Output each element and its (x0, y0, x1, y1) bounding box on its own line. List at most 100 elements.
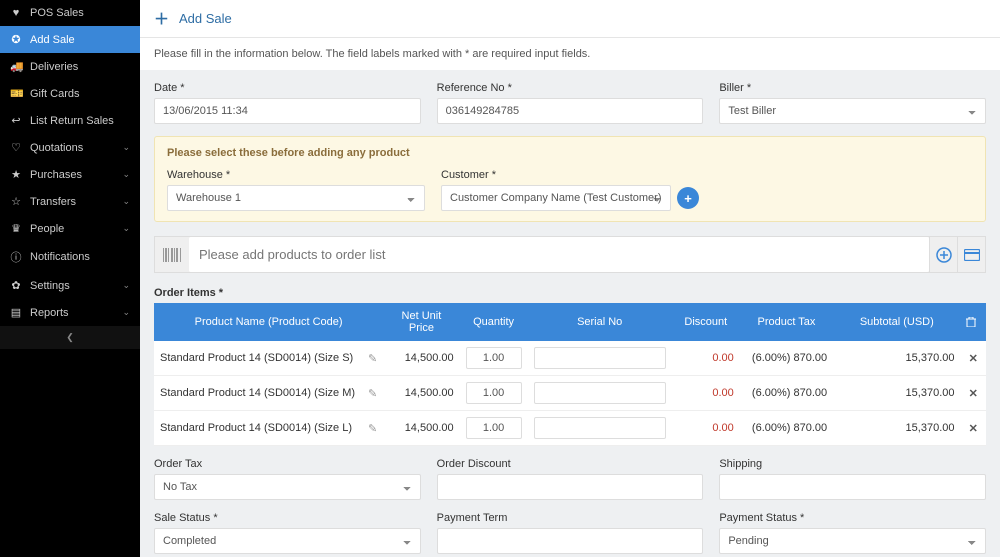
sidebar: ♥POS Sales✪Add Sale🚚Deliveries🎫Gift Card… (0, 0, 140, 557)
qty-input[interactable] (466, 417, 522, 439)
menu-icon: ♛ (10, 222, 22, 235)
chevron-down-icon: ⌄ (122, 169, 130, 180)
cell-discount: 0.00 (672, 341, 740, 376)
menu-icon: ↩ (10, 114, 22, 127)
sidebar-item-reports[interactable]: ▤Reports⌄ (0, 299, 140, 326)
date-label: Date * (154, 82, 421, 94)
cell-subtotal: 15,370.00 (833, 411, 960, 446)
sidebar-item-label: Add Sale (30, 34, 75, 46)
sidebar-collapse-toggle[interactable]: ❮ (0, 326, 140, 349)
main-content: ＋ Add Sale Please fill in the informatio… (140, 0, 1000, 557)
cell-delete: ✕ (960, 376, 986, 411)
sidebar-item-notifications[interactable]: ⓘ Notifications (0, 242, 140, 272)
th-del[interactable] (960, 303, 986, 341)
customer-select[interactable]: Customer Company Name (Test Customer) (441, 185, 671, 211)
payterm-input[interactable] (437, 528, 704, 554)
table-row: Standard Product 14 (SD0014) (Size M)✎14… (154, 376, 986, 411)
cell-discount: 0.00 (672, 376, 740, 411)
card-button[interactable] (957, 237, 985, 272)
sidebar-item-transfers[interactable]: ☆Transfers⌄ (0, 188, 140, 215)
th-qty: Quantity (460, 303, 528, 341)
qty-input[interactable] (466, 347, 522, 369)
serial-input[interactable] (534, 417, 666, 439)
serial-input[interactable] (534, 347, 666, 369)
cell-price: 14,500.00 (383, 411, 459, 446)
reference-input[interactable] (437, 98, 704, 124)
menu-icon: ✿ (10, 279, 22, 292)
chevron-down-icon: ⌄ (122, 280, 130, 291)
paystatus-label: Payment Status * (719, 512, 986, 524)
sidebar-item-people[interactable]: ♛ People ⌄ (0, 215, 140, 242)
shipping-input[interactable] (719, 474, 986, 500)
cell-name: Standard Product 14 (SD0014) (Size M)✎ (154, 376, 383, 411)
menu-icon: ▤ (10, 306, 22, 319)
cell-name: Standard Product 14 (SD0014) (Size S)✎ (154, 341, 383, 376)
order-items-title: Order Items * (154, 287, 986, 299)
th-sub: Subtotal (USD) (833, 303, 960, 341)
plus-icon: ＋ (154, 8, 169, 29)
chevron-down-icon: ⌄ (122, 223, 130, 234)
serial-input[interactable] (534, 382, 666, 404)
sidebar-item-label: Notifications (30, 251, 90, 263)
cell-delete: ✕ (960, 341, 986, 376)
cell-name: Standard Product 14 (SD0014) (Size L)✎ (154, 411, 383, 446)
cell-serial (528, 376, 672, 411)
sidebar-item-add-sale[interactable]: ✪Add Sale (0, 26, 140, 53)
delete-icon[interactable]: ✕ (969, 353, 978, 365)
customer-label: Customer * (441, 169, 699, 181)
menu-icon: ★ (10, 168, 22, 181)
panel-header: ＋ Add Sale (140, 0, 1000, 38)
th-tax: Product Tax (740, 303, 833, 341)
add-customer-button[interactable]: + (677, 187, 699, 209)
sidebar-item-label: Settings (30, 280, 70, 292)
edit-icon[interactable]: ✎ (368, 352, 377, 365)
th-disc: Discount (672, 303, 740, 341)
sidebar-item-label: People (30, 223, 64, 235)
edit-icon[interactable]: ✎ (368, 387, 377, 400)
menu-icon: ☆ (10, 195, 22, 208)
sidebar-item-label: Transfers (30, 196, 76, 208)
sidebar-item-purchases[interactable]: ★Purchases⌄ (0, 161, 140, 188)
menu-icon: ⓘ (10, 249, 22, 265)
paystatus-select[interactable]: Pending (719, 528, 986, 554)
cell-price: 14,500.00 (383, 341, 459, 376)
ordertax-select[interactable]: No Tax (154, 474, 421, 500)
th-name: Product Name (Product Code) (154, 303, 383, 341)
product-search-input[interactable] (189, 237, 929, 272)
delete-icon[interactable]: ✕ (969, 423, 978, 435)
salestatus-label: Sale Status * (154, 512, 421, 524)
manual-add-button[interactable] (929, 237, 957, 272)
sidebar-item-pos-sales[interactable]: ♥POS Sales (0, 0, 140, 26)
sidebar-item-quotations[interactable]: ♡Quotations⌄ (0, 134, 140, 161)
chevron-down-icon: ⌄ (122, 142, 130, 153)
delete-icon[interactable]: ✕ (969, 388, 978, 400)
biller-select[interactable]: Test Biller (719, 98, 986, 124)
table-row: Standard Product 14 (SD0014) (Size L)✎14… (154, 411, 986, 446)
warehouse-select[interactable]: Warehouse 1 (167, 185, 425, 211)
sidebar-item-label: POS Sales (30, 7, 84, 19)
product-search-bar (154, 236, 986, 273)
cell-subtotal: 15,370.00 (833, 376, 960, 411)
sidebar-item-gift-cards[interactable]: 🎫Gift Cards (0, 80, 140, 107)
cell-qty (460, 376, 528, 411)
menu-icon: 🎫 (10, 87, 22, 100)
sidebar-item-label: Reports (30, 307, 69, 319)
salestatus-select[interactable]: Completed (154, 528, 421, 554)
menu-icon: ♡ (10, 141, 22, 154)
cell-serial (528, 411, 672, 446)
orderdisc-input[interactable] (437, 474, 704, 500)
payterm-label: Payment Term (437, 512, 704, 524)
cell-delete: ✕ (960, 411, 986, 446)
date-input[interactable] (154, 98, 421, 124)
sidebar-item-deliveries[interactable]: 🚚Deliveries (0, 53, 140, 80)
warehouse-label: Warehouse * (167, 169, 425, 181)
cell-tax: (6.00%) 870.00 (740, 376, 833, 411)
cell-qty (460, 341, 528, 376)
sidebar-item-list-return-sales[interactable]: ↩List Return Sales (0, 107, 140, 134)
edit-icon[interactable]: ✎ (368, 422, 377, 435)
shipping-label: Shipping (719, 458, 986, 470)
order-items-table: Product Name (Product Code) Net Unit Pri… (154, 303, 986, 446)
qty-input[interactable] (466, 382, 522, 404)
menu-icon: 🚚 (10, 60, 22, 73)
sidebar-item-settings[interactable]: ✿ Settings ⌄ (0, 272, 140, 299)
